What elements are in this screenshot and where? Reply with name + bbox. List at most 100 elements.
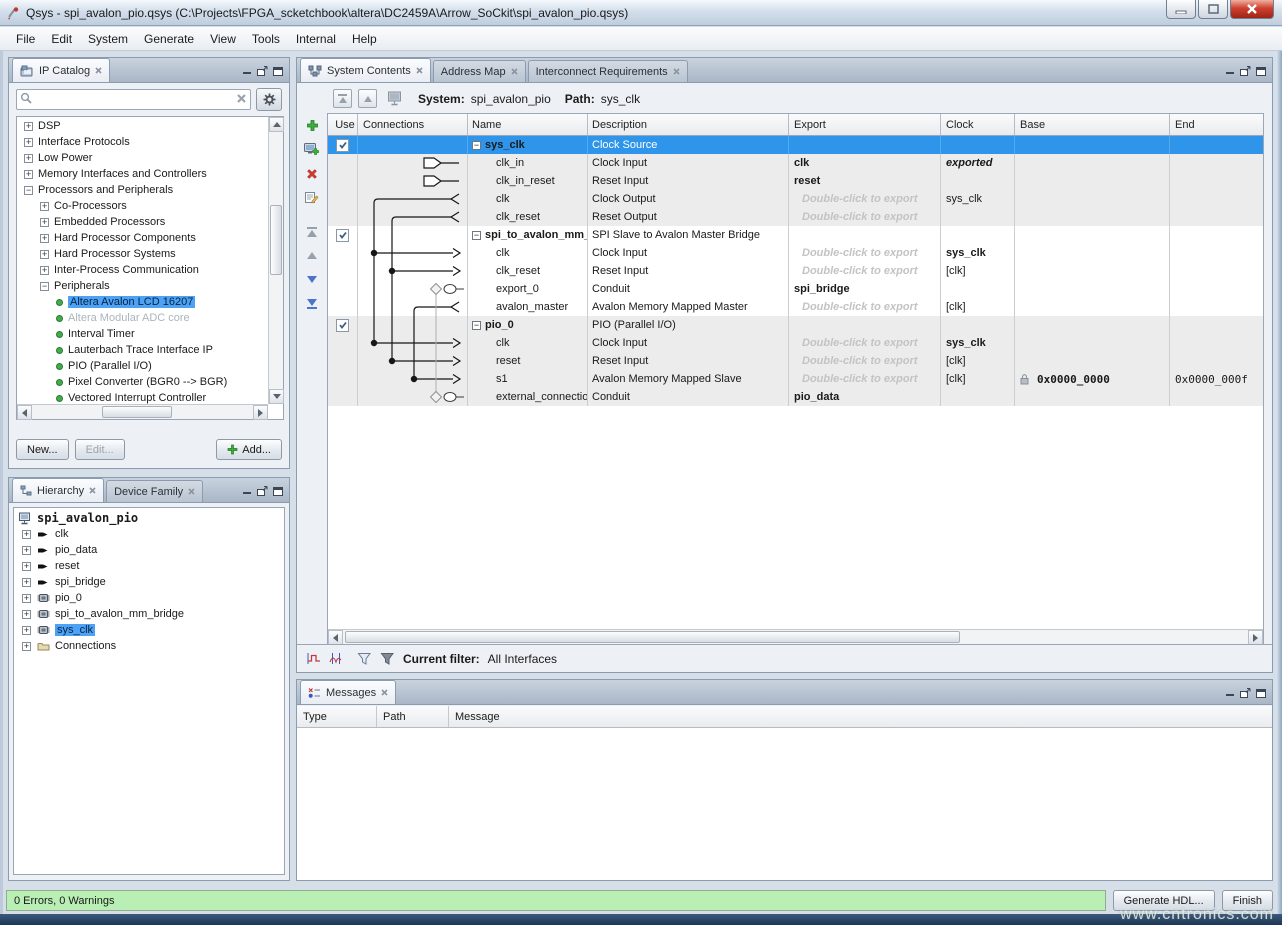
- ip-tree-horizontal-scrollbar[interactable]: [17, 404, 268, 419]
- base-cell[interactable]: [1015, 190, 1170, 208]
- ip-tree-item[interactable]: +Co-Processors: [18, 198, 268, 214]
- close-tab-icon[interactable]: [416, 67, 423, 74]
- expand-toggle-icon[interactable]: +: [40, 202, 49, 211]
- hierarchy-item[interactable]: +reset: [14, 558, 284, 574]
- scrollbar-thumb[interactable]: [270, 205, 282, 275]
- panel-float-icon[interactable]: [1240, 688, 1251, 698]
- collapse-icon[interactable]: −: [472, 141, 481, 150]
- move-top-button[interactable]: [333, 89, 352, 108]
- export-cell[interactable]: Double-click to export: [789, 262, 941, 280]
- base-cell[interactable]: [1015, 262, 1170, 280]
- expand-toggle-icon[interactable]: +: [40, 250, 49, 259]
- add-component-button[interactable]: [302, 117, 322, 134]
- filter-disabled-icon[interactable]: [380, 652, 395, 666]
- menu-tools[interactable]: Tools: [244, 29, 288, 49]
- ip-tree-item[interactable]: Lauterbach Trace Interface IP: [18, 342, 268, 358]
- close-tab-icon[interactable]: [381, 689, 388, 696]
- move-to-bottom-button[interactable]: [302, 295, 322, 312]
- export-cell[interactable]: Double-click to export: [789, 208, 941, 226]
- ip-tree-item[interactable]: Altera Avalon LCD 16207: [18, 294, 268, 310]
- panel-float-icon[interactable]: [257, 66, 268, 76]
- expand-toggle-icon[interactable]: +: [40, 234, 49, 243]
- clear-search-icon[interactable]: [236, 93, 247, 104]
- end-cell[interactable]: [1170, 388, 1263, 406]
- table-row[interactable]: clk_in_resetReset Inputreset: [328, 172, 1263, 190]
- expand-toggle-icon[interactable]: +: [40, 218, 49, 227]
- clock-cell[interactable]: [941, 316, 1015, 334]
- hierarchy-item[interactable]: +spi_bridge: [14, 574, 284, 590]
- move-down-button[interactable]: [302, 271, 322, 288]
- menu-internal[interactable]: Internal: [288, 29, 344, 49]
- column-header-base[interactable]: Base: [1015, 114, 1170, 135]
- ip-tree-vertical-scrollbar[interactable]: [268, 117, 283, 404]
- base-cell[interactable]: [1015, 226, 1170, 244]
- table-row[interactable]: clkClock InputDouble-click to exportsys_…: [328, 334, 1263, 352]
- use-checkbox[interactable]: [336, 229, 349, 242]
- ip-tree-item[interactable]: +Inter-Process Communication: [18, 262, 268, 278]
- edit-button-small[interactable]: [302, 189, 322, 206]
- lock-icon[interactable]: [1020, 374, 1029, 385]
- use-checkbox[interactable]: [336, 139, 349, 152]
- ip-tree-item[interactable]: +Low Power: [18, 150, 268, 166]
- tab-system-contents[interactable]: System Contents: [300, 58, 431, 82]
- column-header-connections[interactable]: Connections: [358, 114, 468, 135]
- end-cell[interactable]: [1170, 226, 1263, 244]
- end-cell[interactable]: 0x0000_000f: [1170, 370, 1263, 388]
- remove-button[interactable]: [302, 165, 322, 182]
- panel-maximize-icon[interactable]: [273, 487, 283, 496]
- close-tab-icon[interactable]: [511, 68, 518, 75]
- export-cell[interactable]: [789, 316, 941, 334]
- waveform-signal-icon[interactable]: [329, 652, 345, 665]
- clock-cell[interactable]: [941, 388, 1015, 406]
- base-cell[interactable]: [1015, 334, 1170, 352]
- table-row[interactable]: clkClock OutputDouble-click to exportsys…: [328, 190, 1263, 208]
- maximize-button[interactable]: [1198, 0, 1228, 19]
- export-cell[interactable]: clk: [789, 154, 941, 172]
- end-cell[interactable]: [1170, 334, 1263, 352]
- panel-minimize-icon[interactable]: [1226, 689, 1235, 697]
- tab-device-family[interactable]: Device Family: [106, 480, 203, 502]
- table-horizontal-scrollbar[interactable]: [328, 629, 1263, 644]
- base-cell[interactable]: [1015, 154, 1170, 172]
- end-cell[interactable]: [1170, 316, 1263, 334]
- export-cell[interactable]: reset: [789, 172, 941, 190]
- ip-search-input[interactable]: [16, 89, 251, 110]
- base-cell[interactable]: [1015, 352, 1170, 370]
- hierarchy-item[interactable]: +Connections: [14, 638, 284, 654]
- export-cell[interactable]: Double-click to export: [789, 334, 941, 352]
- clock-cell[interactable]: sys_clk: [941, 190, 1015, 208]
- table-row[interactable]: clkClock InputDouble-click to exportsys_…: [328, 244, 1263, 262]
- ip-tree-item[interactable]: +Hard Processor Components: [18, 230, 268, 246]
- ip-tree-item[interactable]: −Peripherals: [18, 278, 268, 294]
- ip-tree-item[interactable]: +Interface Protocols: [18, 134, 268, 150]
- tab-interconnect-requirements[interactable]: Interconnect Requirements: [528, 60, 688, 82]
- hierarchy-item[interactable]: +pio_data: [14, 542, 284, 558]
- ip-tree-item[interactable]: −Processors and Peripherals: [18, 182, 268, 198]
- export-cell[interactable]: Double-click to export: [789, 370, 941, 388]
- base-cell[interactable]: [1015, 316, 1170, 334]
- tab-address-map[interactable]: Address Map: [433, 60, 526, 82]
- end-cell[interactable]: [1170, 154, 1263, 172]
- clock-cell[interactable]: [clk]: [941, 352, 1015, 370]
- clock-cell[interactable]: [clk]: [941, 262, 1015, 280]
- table-row[interactable]: resetReset InputDouble-click to export[c…: [328, 352, 1263, 370]
- table-row[interactable]: avalon_masterAvalon Memory Mapped Master…: [328, 298, 1263, 316]
- menu-view[interactable]: View: [202, 29, 244, 49]
- table-row[interactable]: clk_inClock Inputclkexported: [328, 154, 1263, 172]
- close-tab-icon[interactable]: [95, 67, 102, 74]
- menu-generate[interactable]: Generate: [136, 29, 202, 49]
- scroll-left-icon[interactable]: [17, 405, 32, 420]
- panel-maximize-icon[interactable]: [1256, 689, 1266, 698]
- column-header-description[interactable]: Description: [588, 114, 789, 135]
- ip-tree-item[interactable]: Interval Timer: [18, 326, 268, 342]
- table-row[interactable]: clk_resetReset OutputDouble-click to exp…: [328, 208, 1263, 226]
- use-checkbox[interactable]: [336, 319, 349, 332]
- export-cell[interactable]: Double-click to export: [789, 244, 941, 262]
- scrollbar-thumb[interactable]: [102, 406, 172, 418]
- clock-cell[interactable]: [941, 136, 1015, 154]
- expand-toggle-icon[interactable]: +: [22, 594, 31, 603]
- clock-cell[interactable]: sys_clk: [941, 244, 1015, 262]
- end-cell[interactable]: [1170, 298, 1263, 316]
- scroll-right-icon[interactable]: [253, 405, 268, 420]
- close-tab-icon[interactable]: [188, 488, 195, 495]
